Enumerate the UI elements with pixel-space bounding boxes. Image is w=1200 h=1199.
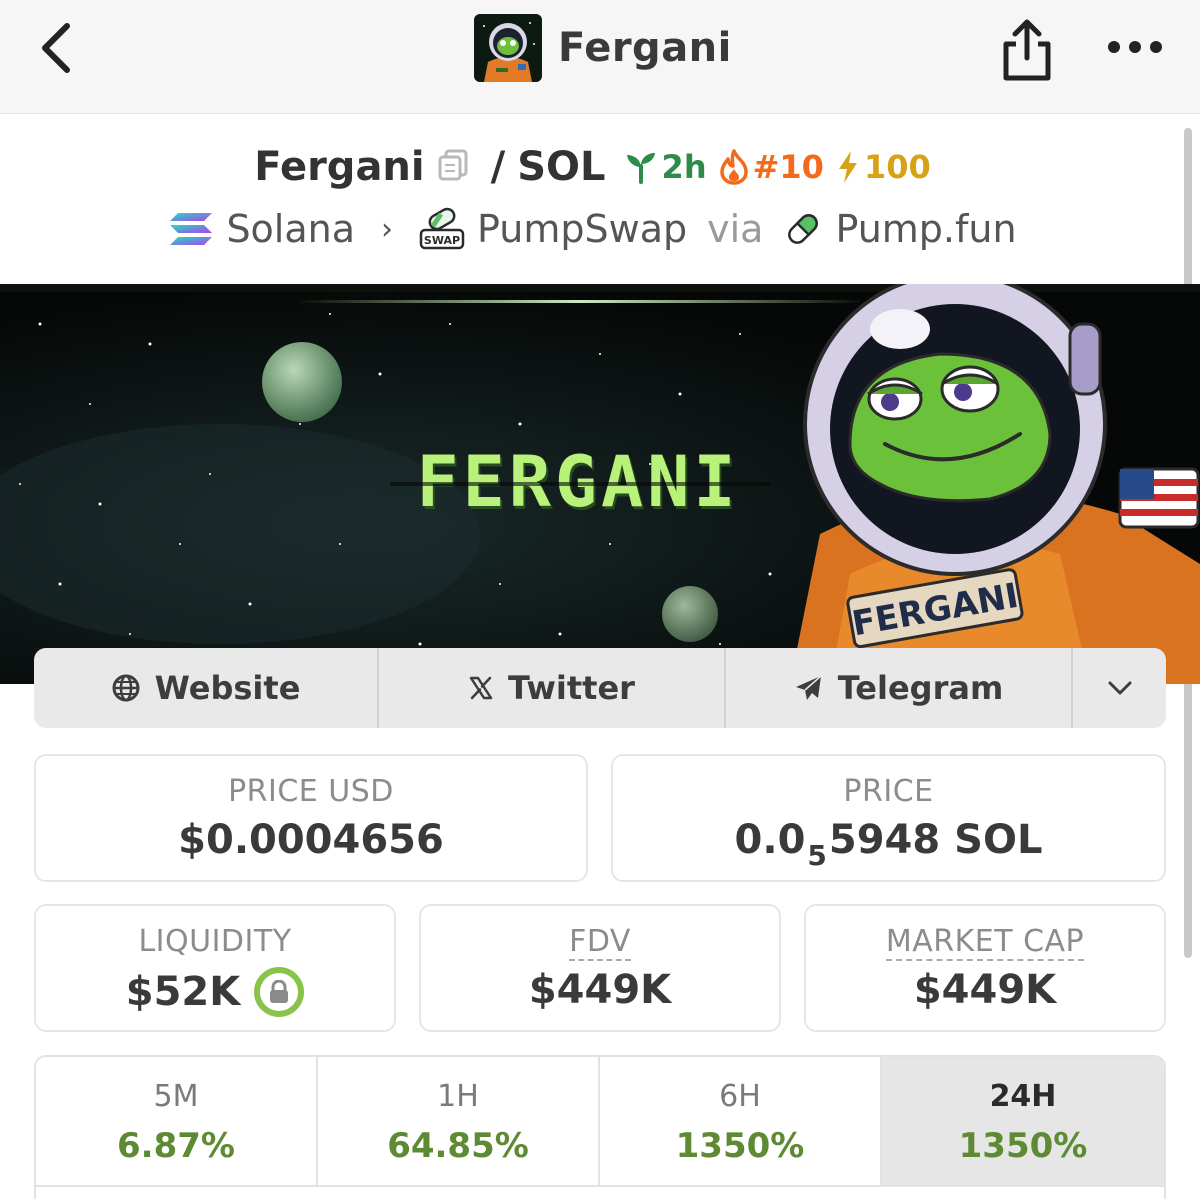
market-cap-value: $449K xyxy=(913,967,1057,1013)
back-button[interactable] xyxy=(30,18,82,78)
pair-quote-symbol: SOL xyxy=(517,144,606,190)
boost-badge[interactable]: 100 xyxy=(836,148,931,186)
tab-24h[interactable]: 24H 1350% xyxy=(882,1057,1164,1187)
price-native-value: 0.055948 SOL xyxy=(613,817,1164,872)
website-label: Website xyxy=(154,669,301,707)
chevron-right-icon: › xyxy=(381,211,394,247)
share-button[interactable] xyxy=(998,14,1056,84)
liquidity-value: $52K xyxy=(125,969,241,1015)
market-cap-card[interactable]: MARKET CAP $449K xyxy=(804,904,1166,1032)
price-usd-value: $0.0004656 xyxy=(178,817,444,863)
tab-change-value: 1350% xyxy=(675,1126,805,1166)
tab-5m[interactable]: 5M 6.87% xyxy=(36,1057,318,1187)
price-zero-count: 5 xyxy=(807,839,827,872)
share-icon xyxy=(1003,19,1051,81)
tab-label: 1H xyxy=(437,1079,479,1114)
nav-title: Fergani xyxy=(558,25,732,71)
via-label: via xyxy=(707,207,764,251)
copy-icon xyxy=(438,149,468,181)
copy-address-button[interactable] xyxy=(437,148,471,186)
chevron-down-icon xyxy=(1108,681,1131,695)
twitter-link[interactable]: Twitter xyxy=(379,648,726,728)
svg-text:SWAP: SWAP xyxy=(424,234,460,247)
fdv-value: $449K xyxy=(528,967,672,1013)
pair-base-symbol: Fergani xyxy=(254,144,425,190)
nav-title-group: Fergani xyxy=(474,14,732,82)
dex-name[interactable]: PumpSwap xyxy=(477,207,687,251)
social-links-bar: Website Twitter Telegram xyxy=(34,648,1166,728)
pumpswap-icon: SWAP xyxy=(419,207,465,250)
price-native-card: PRICE 0.055948 SOL xyxy=(611,754,1166,882)
fdv-card[interactable]: FDV $449K xyxy=(419,904,781,1032)
telegram-link[interactable]: Telegram xyxy=(726,648,1073,728)
tab-change-value: 1350% xyxy=(958,1126,1088,1166)
nav-bar: Fergani xyxy=(0,0,1200,114)
pair-header: Fergani / SOL 2h #10 100 xyxy=(0,140,1185,194)
launchpad-name[interactable]: Pump.fun xyxy=(835,207,1016,251)
token-avatar xyxy=(474,14,542,82)
price-usd-label: PRICE USD xyxy=(228,774,394,809)
price-change-tabs: 5M 6.87% 1H 64.85% 6H 1350% 24H 1350% xyxy=(34,1055,1166,1199)
fdv-label: FDV xyxy=(569,924,631,961)
rank-value: #10 xyxy=(752,148,824,186)
flame-icon xyxy=(719,149,748,185)
chain-breadcrumb: Solana › SWAP PumpSwap via Pump.fun xyxy=(0,204,1185,254)
x-icon xyxy=(469,676,493,700)
network-name[interactable]: Solana xyxy=(226,207,355,251)
token-page: Fergani Fergani / SOL 2h #10 100 Solana … xyxy=(0,0,1200,1199)
liquidity-label: LIQUIDITY xyxy=(138,924,292,959)
tab-change-value: 6.87% xyxy=(117,1126,235,1166)
telegram-icon xyxy=(795,675,822,700)
lock-icon xyxy=(270,980,289,1003)
lightning-icon xyxy=(838,151,857,183)
twitter-label: Twitter xyxy=(508,669,635,707)
market-cap-label: MARKET CAP xyxy=(885,924,1085,961)
more-options-button[interactable] xyxy=(1108,30,1162,64)
tab-label: 6H xyxy=(719,1079,761,1114)
tab-label: 5M xyxy=(153,1079,199,1114)
age-badge[interactable]: 2h xyxy=(624,148,707,186)
solana-icon xyxy=(170,213,213,245)
token-banner: FERGANI FERGANI FERGANI xyxy=(0,284,1200,684)
chevron-left-icon xyxy=(42,23,70,73)
liquidity-row: $52K xyxy=(36,967,394,1017)
pill-icon xyxy=(788,214,819,244)
divider xyxy=(34,1185,1166,1187)
tab-6h[interactable]: 6H 1350% xyxy=(600,1057,882,1187)
liquidity-lock-badge[interactable] xyxy=(254,967,305,1017)
price-native-label: PRICE xyxy=(843,774,934,809)
sprout-icon xyxy=(626,153,655,184)
boost-value: 100 xyxy=(863,148,931,186)
trending-rank-badge[interactable]: #10 xyxy=(719,148,824,186)
tab-label: 24H xyxy=(989,1079,1057,1114)
more-icon xyxy=(1108,41,1120,53)
globe-icon xyxy=(112,674,140,702)
telegram-label: Telegram xyxy=(837,669,1004,707)
tab-1h[interactable]: 1H 64.85% xyxy=(318,1057,600,1187)
more-socials-button[interactable] xyxy=(1073,648,1166,728)
liquidity-card: LIQUIDITY $52K xyxy=(34,904,396,1032)
pair-separator: / xyxy=(490,144,506,190)
price-usd-card: PRICE USD $0.0004656 xyxy=(34,754,588,882)
tab-change-value: 64.85% xyxy=(387,1126,529,1166)
age-value: 2h xyxy=(661,148,707,186)
price-suffix: 5948 SOL xyxy=(828,817,1043,863)
banner-image: FERGANI FERGANI FERGANI xyxy=(0,284,1200,684)
website-link[interactable]: Website xyxy=(34,648,379,728)
price-prefix: 0.0 xyxy=(734,817,806,863)
